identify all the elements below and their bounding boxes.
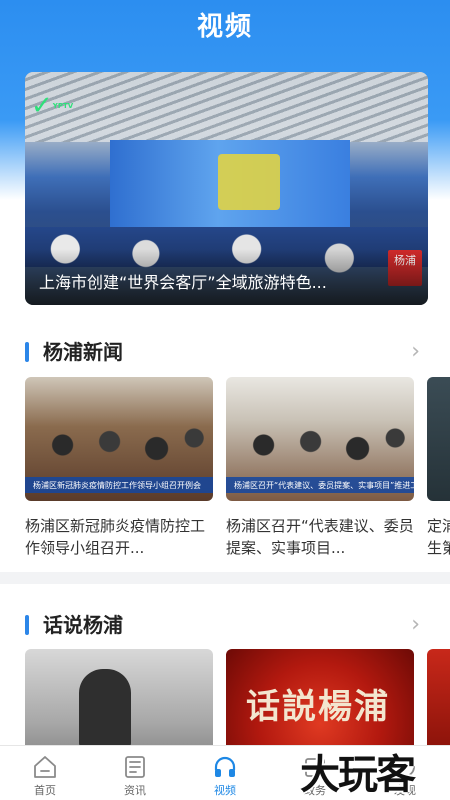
section-accent-bar	[25, 615, 29, 635]
news-title: 杨浦区召开“代表建议、委员提案、实事项目...	[226, 517, 414, 557]
tab-news[interactable]: 资讯	[90, 746, 180, 800]
tab-video[interactable]: 视频	[180, 746, 270, 800]
chevron-right-icon[interactable]: ›	[411, 611, 420, 639]
news-title: 定浦生第	[427, 517, 450, 557]
section-accent-bar	[25, 342, 29, 362]
section-header-talk[interactable]: 话说杨浦 ›	[25, 609, 425, 639]
section-header-news[interactable]: 杨浦新闻 ›	[25, 336, 425, 366]
section-title: 杨浦新闻	[43, 340, 123, 364]
home-icon	[34, 756, 56, 778]
thumbnail-caption: 杨浦区召开“代表建议、委员提案、实事项目”推进工作推进会	[234, 481, 414, 490]
hero-video-card[interactable]: ✓YPTV 杨浦 上海市创建“世界会客厅”全域旅游特色...	[25, 72, 428, 305]
watermark-logo: 大玩客	[300, 751, 416, 798]
news-title: 杨浦区新冠肺炎疫情防控工作领导小组召开...	[25, 517, 206, 557]
tab-label: 视频	[214, 784, 236, 797]
news-thumbnail: 杨浦区召开“代表建议、委员提案、实事项目”推进工作推进会	[226, 377, 414, 501]
thumbnail-caption: 杨浦区新冠肺炎疫情防控工作领导小组召开例会	[33, 481, 201, 490]
hero-caption: 上海市创建“世界会客厅”全域旅游特色...	[39, 273, 327, 292]
tab-label: 首页	[34, 784, 56, 797]
news-thumbnail	[427, 377, 450, 501]
headphones-icon	[214, 756, 236, 777]
news-card-partial[interactable]: 定浦生第	[427, 377, 450, 559]
page-title: 视频	[196, 12, 253, 42]
calligraphy-title: 话説楊浦	[246, 687, 390, 727]
news-card[interactable]: 杨浦区新冠肺炎疫情防控工作领导小组召开例会 杨浦区新冠肺炎疫情防控工作领导小组召…	[25, 377, 213, 559]
chevron-right-icon[interactable]: ›	[411, 338, 420, 366]
section-divider	[0, 572, 450, 584]
portrait-image	[79, 669, 131, 749]
news-icon	[125, 756, 145, 778]
news-thumbnail: 杨浦区新冠肺炎疫情防控工作领导小组召开例会	[25, 377, 213, 501]
channel-logo: ✓YPTV	[31, 91, 74, 121]
tab-home[interactable]: 首页	[0, 746, 90, 800]
tab-label: 资讯	[124, 784, 146, 797]
news-card[interactable]: 杨浦区召开“代表建议、委员提案、实事项目”推进工作推进会 杨浦区召开“代表建议、…	[226, 377, 414, 559]
hero-image-screen	[110, 140, 350, 230]
section-title: 话说杨浦	[43, 613, 123, 637]
